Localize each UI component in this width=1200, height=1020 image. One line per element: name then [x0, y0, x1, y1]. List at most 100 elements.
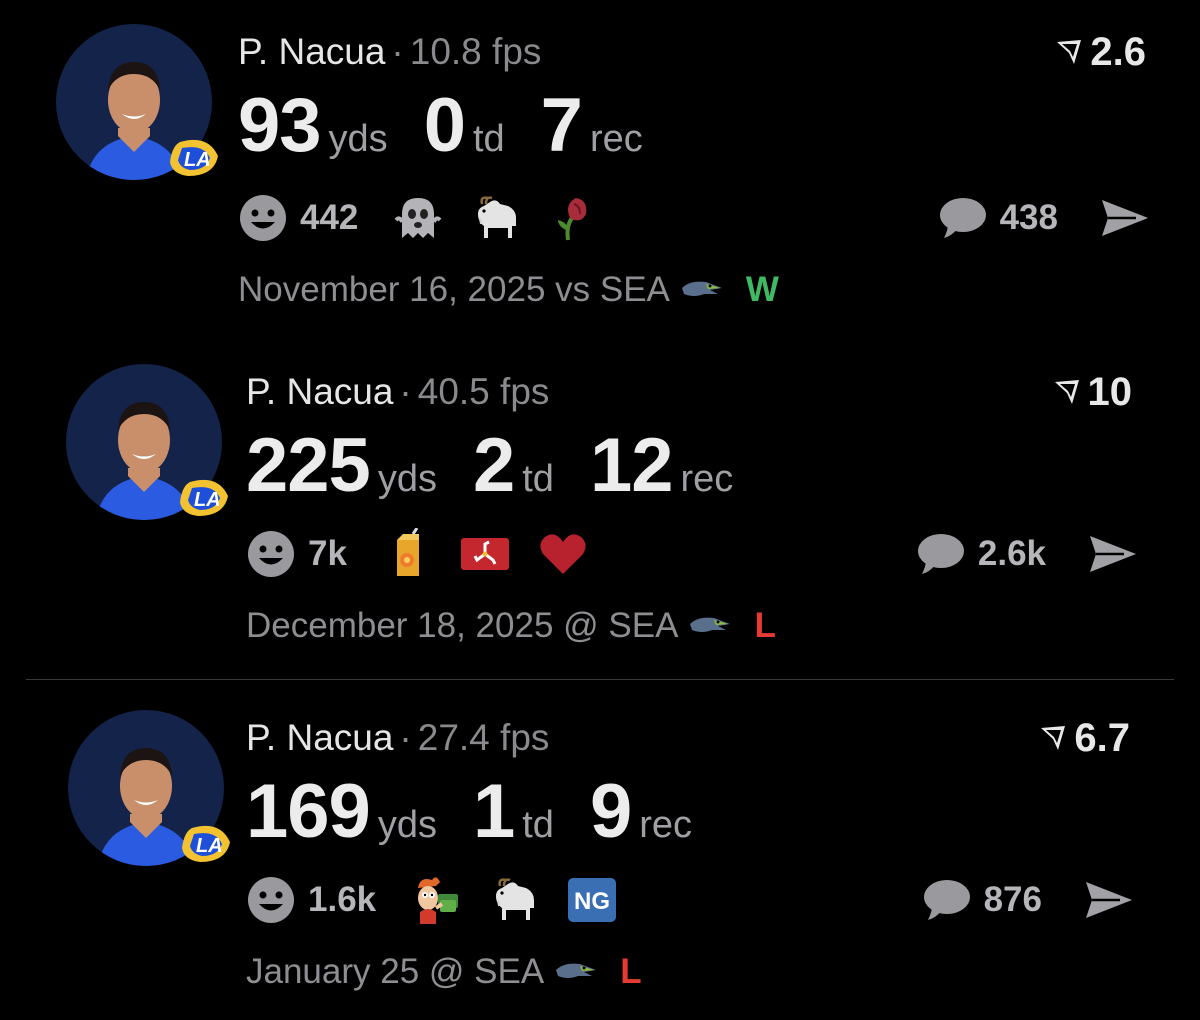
post-header: P. Nacua · 27.4 fps [246, 718, 549, 758]
avatar[interactable]: LA [66, 364, 228, 520]
fps-value: 40.5 fps [417, 371, 550, 412]
send-icon[interactable] [1084, 878, 1134, 922]
comment-count: 876 [983, 880, 1042, 919]
comment-share-group: 876 [920, 872, 1134, 928]
touchdowns-unit: td [522, 458, 554, 500]
receptions-value: 9 [589, 769, 632, 854]
fry-money-icon[interactable] [410, 874, 462, 926]
wilted-rose-icon[interactable] [548, 192, 600, 244]
receptions-unit: rec [639, 804, 693, 846]
goat-icon[interactable] [488, 874, 540, 926]
touchdowns-value: 1 [472, 769, 515, 854]
rams-logo-icon: LA [170, 139, 218, 176]
reaction-count: 1.6k [308, 880, 377, 919]
receptions-unit: rec [680, 458, 734, 500]
separator-dot: · [391, 31, 404, 72]
smiley-icon[interactable] [238, 193, 288, 243]
game-result: W [745, 270, 779, 309]
send-icon[interactable] [1088, 532, 1138, 576]
reaction-bar: 1.6k NG [246, 872, 644, 928]
touchdowns-value: 2 [472, 423, 515, 508]
comment-icon[interactable] [920, 876, 972, 924]
yards-unit: yds [377, 804, 437, 846]
svg-text:LA: LA [194, 489, 221, 511]
post-header: P. Nacua · 40.5 fps [246, 372, 549, 412]
separator-dot: · [399, 717, 412, 758]
svg-text:LA: LA [196, 835, 223, 857]
player-name[interactable]: P. Nacua [238, 31, 385, 72]
rating: 10 [1052, 370, 1133, 414]
rams-logo-icon: LA [180, 479, 228, 516]
avatar[interactable]: LA [68, 710, 230, 866]
smiley-icon[interactable] [246, 875, 296, 925]
avatar[interactable]: LA [56, 24, 218, 180]
game-date: January 25 @ SEA [246, 952, 545, 991]
post-card[interactable]: LA P. Nacua · 10.8 fps 2.6 93 yds 0 td 7 rec … [0, 0, 1200, 330]
reaction-count: 442 [300, 198, 359, 237]
comment-share-group: 2.6k [914, 526, 1138, 582]
seahawks-logo-icon [554, 960, 598, 984]
rating-value: 6.7 [1074, 716, 1130, 760]
rating-value: 10 [1087, 370, 1133, 414]
fps-value: 10.8 fps [409, 31, 542, 72]
touchdowns-unit: td [472, 118, 505, 160]
separator-dot: · [399, 371, 412, 412]
send-icon[interactable] [1100, 196, 1150, 240]
juice-box-icon[interactable] [381, 528, 433, 580]
game-info: December 18, 2025 @ SEA L [246, 606, 776, 646]
stat-line: 93 yds 0 td 7 rec [238, 86, 679, 166]
comment-count: 438 [999, 198, 1058, 237]
comment-icon[interactable] [914, 530, 966, 578]
reaction-bar: 7k [246, 526, 615, 582]
receptions-unit: rec [589, 118, 643, 160]
game-result: L [620, 952, 642, 991]
comment-share-group: 438 [936, 190, 1150, 246]
post-header: P. Nacua · 10.8 fps [238, 32, 541, 72]
receptions-value: 7 [540, 83, 583, 168]
ng-badge-icon[interactable]: NG [566, 874, 618, 926]
rating-arrow-icon [1054, 37, 1084, 67]
post-card[interactable]: LA P. Nacua · 40.5 fps 10 225 yds 2 td 12 rec… [0, 340, 1200, 670]
post-card[interactable]: LA P. Nacua · 27.4 fps 6.7 169 yds 1 td 9 rec… [0, 686, 1200, 1016]
goat-icon[interactable] [470, 192, 522, 244]
touchdowns-value: 0 [423, 83, 466, 168]
rating-arrow-icon [1052, 377, 1082, 407]
yards-unit: yds [328, 118, 388, 160]
ghost-icon[interactable] [392, 192, 444, 244]
reaction-bar: 442 [238, 190, 626, 246]
comment-icon[interactable] [936, 194, 988, 242]
yards-value: 169 [246, 769, 371, 854]
rams-logo-icon: LA [182, 825, 230, 862]
game-date: November 16, 2025 vs SEA [238, 270, 670, 309]
rating: 6.7 [1038, 716, 1130, 760]
ng-badge-text: NG [574, 888, 610, 915]
yards-unit: yds [377, 458, 437, 500]
rating: 2.6 [1054, 30, 1146, 74]
reaction-button[interactable]: 442 [238, 193, 358, 243]
isle-of-man-flag-icon[interactable] [459, 528, 511, 580]
player-name[interactable]: P. Nacua [246, 371, 393, 412]
fps-value: 27.4 fps [417, 717, 550, 758]
yards-value: 93 [238, 83, 322, 168]
seahawks-logo-icon [680, 278, 724, 302]
game-info: November 16, 2025 vs SEA W [238, 270, 779, 310]
reaction-count: 7k [308, 534, 347, 573]
post-divider [26, 679, 1174, 680]
reaction-button[interactable]: 7k [246, 529, 347, 579]
rating-value: 2.6 [1090, 30, 1146, 74]
touchdowns-unit: td [522, 804, 554, 846]
comment-count: 2.6k [977, 534, 1046, 573]
smiley-icon[interactable] [246, 529, 296, 579]
game-date: December 18, 2025 @ SEA [246, 606, 679, 645]
player-name[interactable]: P. Nacua [246, 717, 393, 758]
rating-arrow-icon [1038, 723, 1068, 753]
receptions-value: 12 [589, 423, 674, 508]
seahawks-logo-icon [688, 614, 732, 638]
stat-line: 169 yds 1 td 9 rec [246, 772, 728, 852]
svg-text:LA: LA [184, 149, 211, 171]
stat-line: 225 yds 2 td 12 rec [246, 426, 769, 506]
red-heart-icon[interactable] [537, 528, 589, 580]
yards-value: 225 [246, 423, 371, 508]
game-result: L [754, 606, 776, 645]
reaction-button[interactable]: 1.6k [246, 875, 376, 925]
